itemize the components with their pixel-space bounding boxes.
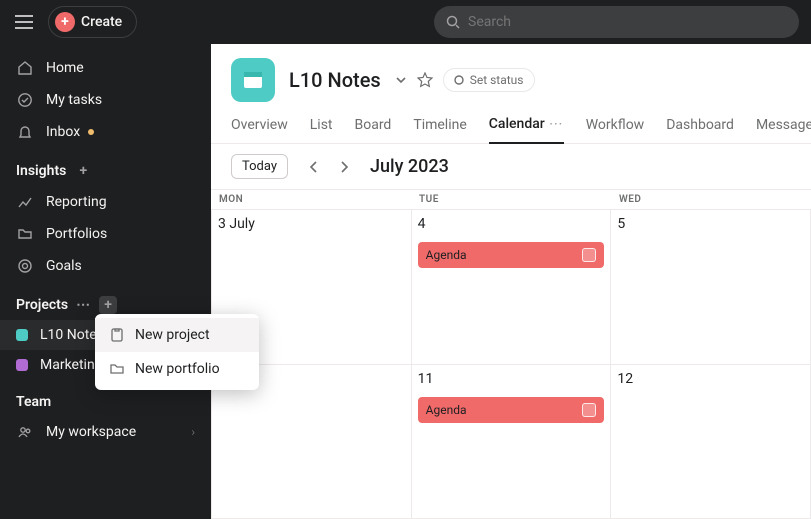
more-icon[interactable]: ⋯ xyxy=(549,116,564,132)
tabs: Overview List Board Timeline Calendar⋯ W… xyxy=(211,102,811,144)
chevron-right-icon: › xyxy=(191,425,195,439)
calendar-grid: 3 July 4 Agenda 5 11 xyxy=(211,210,811,519)
more-icon[interactable]: ⋯ xyxy=(76,297,91,313)
sidebar-item-home[interactable]: Home xyxy=(0,52,211,84)
project-color-icon xyxy=(16,329,28,341)
project-title: L10 Notes xyxy=(289,68,381,92)
sidebar-label: Portfolios xyxy=(46,226,107,242)
sidebar-label: Home xyxy=(46,60,84,76)
chart-icon xyxy=(16,193,34,211)
prev-month-button[interactable] xyxy=(302,155,326,179)
date-label: 3 July xyxy=(218,216,405,232)
today-button[interactable]: Today xyxy=(231,154,288,179)
sidebar-item-reporting[interactable]: Reporting xyxy=(0,186,211,218)
create-label: Create xyxy=(81,14,122,30)
sidebar-label: My tasks xyxy=(46,92,102,108)
calendar-cell[interactable]: 5 xyxy=(611,210,811,364)
day-header: TUE xyxy=(411,190,611,209)
main-content: L10 Notes Set status Overview List Board… xyxy=(211,44,811,519)
task-label: Agenda xyxy=(426,403,467,417)
section-label: Projects xyxy=(16,297,68,313)
chevron-down-icon[interactable] xyxy=(395,74,407,86)
sidebar-label: Inbox xyxy=(46,124,80,140)
top-bar: + Create xyxy=(0,0,811,44)
sidebar: Home My tasks Inbox Insights + Reporting… xyxy=(0,44,211,519)
menu-item-new-portfolio[interactable]: New portfolio xyxy=(95,352,259,386)
project-header: L10 Notes Set status xyxy=(211,44,811,102)
project-color-icon xyxy=(16,359,28,371)
menu-label: New project xyxy=(135,327,210,343)
calendar-cell[interactable]: 4 Agenda xyxy=(412,210,612,364)
set-status-button[interactable]: Set status xyxy=(443,68,535,92)
plus-icon: + xyxy=(55,12,75,32)
checkbox-icon[interactable] xyxy=(582,248,596,262)
search-input[interactable] xyxy=(468,14,787,30)
projects-context-menu: New project New portfolio xyxy=(95,314,259,390)
menu-toggle-icon[interactable] xyxy=(12,10,36,34)
month-label: July 2023 xyxy=(370,156,449,177)
sidebar-item-inbox[interactable]: Inbox xyxy=(0,116,211,148)
checkbox-icon[interactable] xyxy=(582,403,596,417)
sidebar-label: Reporting xyxy=(46,194,107,210)
star-icon[interactable] xyxy=(417,72,433,88)
calendar-toolbar: Today July 2023 xyxy=(211,144,811,189)
project-icon xyxy=(231,58,275,102)
tab-timeline[interactable]: Timeline xyxy=(413,116,466,143)
task-label: Agenda xyxy=(426,248,467,262)
unread-dot-icon xyxy=(88,129,94,135)
date-label: 12 xyxy=(617,371,804,387)
task-chip[interactable]: Agenda xyxy=(418,397,605,423)
circle-icon xyxy=(454,75,464,85)
bell-icon xyxy=(16,123,34,141)
menu-label: New portfolio xyxy=(135,361,220,377)
date-label: 5 xyxy=(617,216,804,232)
sidebar-item-portfolios[interactable]: Portfolios xyxy=(0,218,211,250)
tab-calendar[interactable]: Calendar⋯ xyxy=(489,116,564,144)
tab-messages[interactable]: Messages xyxy=(756,116,811,143)
search-icon xyxy=(446,15,460,29)
day-header: WED xyxy=(611,190,811,209)
date-label: 4 xyxy=(418,216,605,232)
create-button[interactable]: + Create xyxy=(48,6,137,38)
check-circle-icon xyxy=(16,91,34,109)
date-label: 11 xyxy=(418,371,605,387)
sidebar-label: My workspace xyxy=(46,424,136,440)
search-box[interactable] xyxy=(434,6,799,38)
day-header: MON xyxy=(211,190,411,209)
clipboard-icon xyxy=(109,327,125,343)
tab-list[interactable]: List xyxy=(310,116,333,143)
folder-icon xyxy=(109,361,125,377)
calendar-cell[interactable]: 12 xyxy=(611,365,811,519)
sidebar-label: Goals xyxy=(46,258,82,274)
sidebar-label: Marketing xyxy=(40,357,103,373)
add-project-button[interactable]: + xyxy=(99,296,117,314)
sidebar-item-goals[interactable]: Goals xyxy=(0,250,211,282)
tab-dashboard[interactable]: Dashboard xyxy=(666,116,734,143)
sidebar-section-insights: Insights + xyxy=(0,148,211,186)
tab-overview[interactable]: Overview xyxy=(231,116,288,143)
home-icon xyxy=(16,59,34,77)
next-month-button[interactable] xyxy=(332,155,356,179)
calendar-day-headers: MON TUE WED xyxy=(211,189,811,210)
sidebar-item-workspace[interactable]: My workspace › xyxy=(0,416,211,448)
tab-board[interactable]: Board xyxy=(355,116,392,143)
folder-icon xyxy=(16,225,34,243)
tab-workflow[interactable]: Workflow xyxy=(586,116,645,143)
task-chip[interactable]: Agenda xyxy=(418,242,605,268)
people-icon xyxy=(16,423,34,441)
menu-item-new-project[interactable]: New project xyxy=(95,318,259,352)
section-label: Team xyxy=(16,394,51,410)
calendar-cell[interactable]: 11 Agenda xyxy=(412,365,612,519)
status-label: Set status xyxy=(470,73,524,87)
target-icon xyxy=(16,257,34,275)
sidebar-item-mytasks[interactable]: My tasks xyxy=(0,84,211,116)
add-insight-button[interactable]: + xyxy=(74,162,92,180)
section-label: Insights xyxy=(16,163,66,179)
